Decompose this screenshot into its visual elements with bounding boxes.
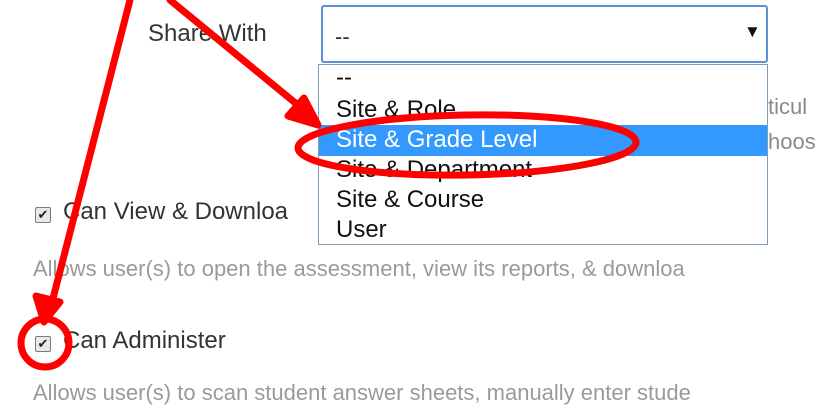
- hidden-description-fragment-2: hoos: [768, 129, 816, 154]
- share-with-label: Share With: [148, 20, 267, 47]
- share-with-select[interactable]: [321, 5, 768, 63]
- can-view-download-label: Can View & Downloa: [63, 198, 289, 225]
- can-administer-checkbox[interactable]: ✔: [35, 336, 51, 352]
- can-view-download-checkbox[interactable]: ✔: [35, 207, 51, 223]
- annotation-arrow-to-option: [166, 0, 314, 119]
- can-administer-description: Allows user(s) to scan student answer sh…: [33, 380, 691, 405]
- option-site-course[interactable]: Site & Course: [319, 185, 767, 215]
- option-user[interactable]: User: [319, 215, 767, 244]
- share-with-options-list[interactable]: -- Site & Role Site & Grade Level Site &…: [318, 64, 768, 245]
- annotation-arrowhead-1: [284, 94, 322, 129]
- option-site-department[interactable]: Site & Department: [319, 155, 767, 185]
- annotation-arrowhead-2: [32, 292, 64, 326]
- hidden-description-fragment-1: ticul: [768, 94, 808, 119]
- can-administer-label: Can Administer: [63, 327, 226, 354]
- select-current-value: --: [335, 24, 350, 49]
- dropdown-arrow-icon[interactable]: ▼: [744, 22, 761, 42]
- option-site-role[interactable]: Site & Role: [319, 95, 767, 125]
- option-site-grade-level[interactable]: Site & Grade Level: [319, 125, 767, 156]
- option-none[interactable]: --: [319, 66, 767, 90]
- can-view-download-description: Allows user(s) to open the assessment, v…: [33, 256, 685, 281]
